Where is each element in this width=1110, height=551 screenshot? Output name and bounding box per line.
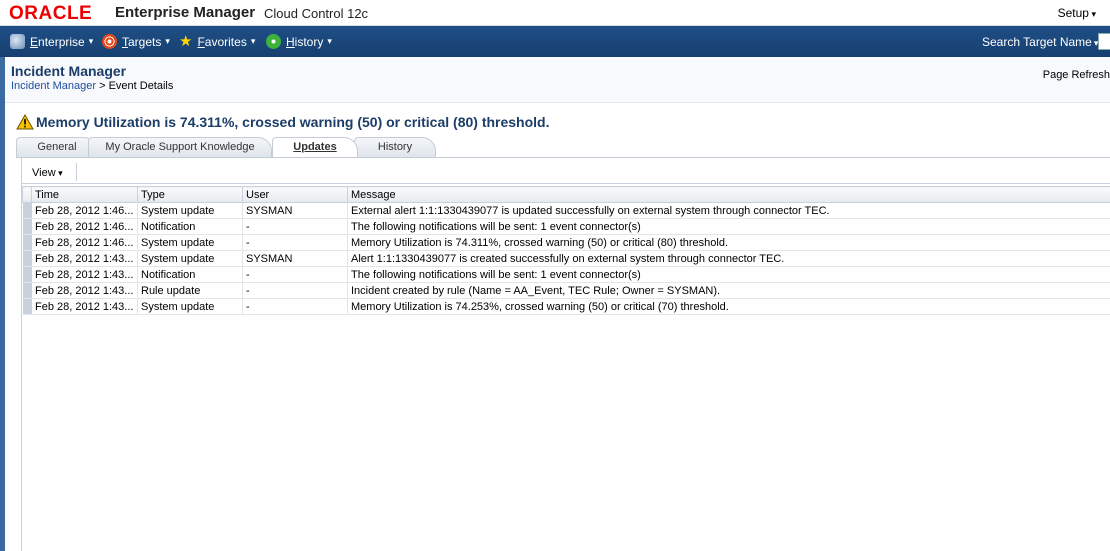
page-refresh-label[interactable]: Page Refresh — [1043, 69, 1110, 81]
product-edition: Cloud Control 12c — [264, 6, 369, 21]
cell-message: Alert 1:1:1330439077 is created successf… — [347, 250, 1110, 267]
target-icon — [102, 34, 117, 49]
column-header-message[interactable]: Message — [347, 186, 1110, 203]
chevron-down-icon: ▾ — [165, 36, 170, 46]
star-icon: ★ — [179, 33, 193, 50]
row-selector[interactable] — [22, 218, 32, 235]
clock-icon — [266, 34, 281, 49]
cell-type: Notification — [137, 266, 243, 283]
column-header-time[interactable]: Time — [31, 186, 138, 203]
search-target-label: Search Target Name — [982, 35, 1092, 49]
warning-icon — [16, 114, 34, 130]
breadcrumb-separator: > — [99, 80, 106, 92]
event-title: Memory Utilization is 74.311%, crossed w… — [16, 114, 550, 130]
nav-history-menu[interactable]: History ▾ — [266, 34, 332, 49]
row-selector[interactable] — [22, 282, 32, 299]
breadcrumb-current: Event Details — [108, 80, 174, 92]
chevron-down-icon: ▾ — [327, 36, 332, 46]
column-header-user[interactable]: User — [242, 186, 348, 203]
setup-menu[interactable]: Setup — [1058, 6, 1096, 20]
breadcrumb-incident-manager-link[interactable]: Incident Manager — [11, 80, 96, 92]
cell-message: Memory Utilization is 74.253%, crossed w… — [347, 298, 1110, 315]
search-target-dropdown[interactable]: Search Target Name ▾ — [982, 35, 1098, 49]
table-row[interactable]: Feb 28, 2012 1:43... System update - Mem… — [22, 298, 1110, 315]
table-row[interactable]: Feb 28, 2012 1:43... Notification - The … — [22, 266, 1110, 283]
nav-enterprise-menu[interactable]: Enterprise ▾ — [10, 34, 93, 49]
cell-type: Rule update — [137, 282, 243, 299]
cell-user: - — [242, 282, 348, 299]
global-nav-bar: Enterprise ▾ Targets ▾ ★ Favorites ▾ His… — [0, 26, 1110, 57]
tab-general[interactable]: General — [16, 137, 98, 157]
tab-history[interactable]: History — [354, 137, 436, 157]
cell-user: - — [242, 234, 348, 251]
tab-updates[interactable]: Updates — [272, 137, 358, 157]
row-selector[interactable] — [22, 266, 32, 283]
page-header: Incident Manager Incident Manager > Even… — [5, 57, 1110, 103]
table-toolbar: View — [22, 160, 1110, 184]
oracle-logo: ORACLE — [9, 3, 93, 24]
row-selector[interactable] — [22, 250, 32, 267]
nav-enterprise-label: Enterprise — [30, 34, 85, 49]
cell-user: - — [242, 266, 348, 283]
row-selector[interactable] — [22, 202, 32, 219]
table-header-row: Time Type User Message — [22, 186, 1110, 203]
cell-type: Notification — [137, 218, 243, 235]
table-row[interactable]: Feb 28, 2012 1:46... System update SYSMA… — [22, 202, 1110, 219]
nav-targets-menu[interactable]: Targets ▾ — [102, 34, 170, 49]
cell-message: External alert 1:1:1330439077 is updated… — [347, 202, 1110, 219]
tab-my-oracle-support-knowledge[interactable]: My Oracle Support Knowledge — [88, 137, 272, 157]
event-title-text: Memory Utilization is 74.311%, crossed w… — [36, 114, 550, 130]
chevron-down-icon: ▾ — [88, 36, 94, 46]
table-row[interactable]: Feb 28, 2012 1:43... Rule update - Incid… — [22, 282, 1110, 299]
cell-message: Memory Utilization is 74.311%, crossed w… — [347, 234, 1110, 251]
page-title: Incident Manager — [11, 63, 127, 79]
cell-user: - — [242, 218, 348, 235]
detail-tabs: General My Oracle Support Knowledge Upda… — [16, 137, 1110, 157]
enterprise-icon — [10, 34, 25, 49]
column-header-type[interactable]: Type — [137, 186, 243, 203]
app-header: ORACLE Enterprise Manager Cloud Control … — [0, 0, 1110, 26]
cell-time: Feb 28, 2012 1:43... — [31, 298, 138, 315]
row-selector-header — [22, 186, 32, 203]
nav-targets-label: Targets — [122, 34, 162, 49]
updates-table: Time Type User Message Feb 28, 2012 1:46… — [22, 186, 1110, 315]
updates-panel: View Time Type User Message Feb 28, 2012… — [21, 158, 1110, 551]
toolbar-divider — [76, 163, 77, 181]
left-edge-bar — [0, 57, 5, 551]
cell-message: Incident created by rule (Name = AA_Even… — [347, 282, 1110, 299]
view-menu-button[interactable]: View — [32, 167, 63, 179]
cell-user: SYSMAN — [242, 250, 348, 267]
search-target-input[interactable] — [1098, 33, 1110, 50]
nav-favorites-label: Favorites — [197, 34, 247, 49]
breadcrumb: Incident Manager > Event Details — [11, 80, 173, 92]
table-row[interactable]: Feb 28, 2012 1:46... System update - Mem… — [22, 234, 1110, 251]
cell-type: System update — [137, 250, 243, 267]
cell-type: System update — [137, 298, 243, 315]
product-name: Enterprise Manager — [115, 4, 256, 21]
table-row[interactable]: Feb 28, 2012 1:46... Notification - The … — [22, 218, 1110, 235]
cell-time: Feb 28, 2012 1:43... — [31, 282, 138, 299]
chevron-down-icon: ▾ — [250, 36, 256, 46]
cell-time: Feb 28, 2012 1:43... — [31, 250, 138, 267]
cell-time: Feb 28, 2012 1:43... — [31, 266, 138, 283]
cell-time: Feb 28, 2012 1:46... — [31, 218, 138, 235]
cell-message: The following notifications will be sent… — [347, 266, 1110, 283]
row-selector[interactable] — [22, 298, 32, 315]
nav-favorites-menu[interactable]: ★ Favorites ▾ — [179, 34, 255, 49]
cell-message: The following notifications will be sent… — [347, 218, 1110, 235]
cell-type: System update — [137, 202, 243, 219]
nav-history-label: History — [286, 34, 324, 49]
table-row[interactable]: Feb 28, 2012 1:43... System update SYSMA… — [22, 250, 1110, 267]
cell-time: Feb 28, 2012 1:46... — [31, 234, 138, 251]
row-selector[interactable] — [22, 234, 32, 251]
cell-time: Feb 28, 2012 1:46... — [31, 202, 138, 219]
cell-user: - — [242, 298, 348, 315]
cell-type: System update — [137, 234, 243, 251]
cell-user: SYSMAN — [242, 202, 348, 219]
